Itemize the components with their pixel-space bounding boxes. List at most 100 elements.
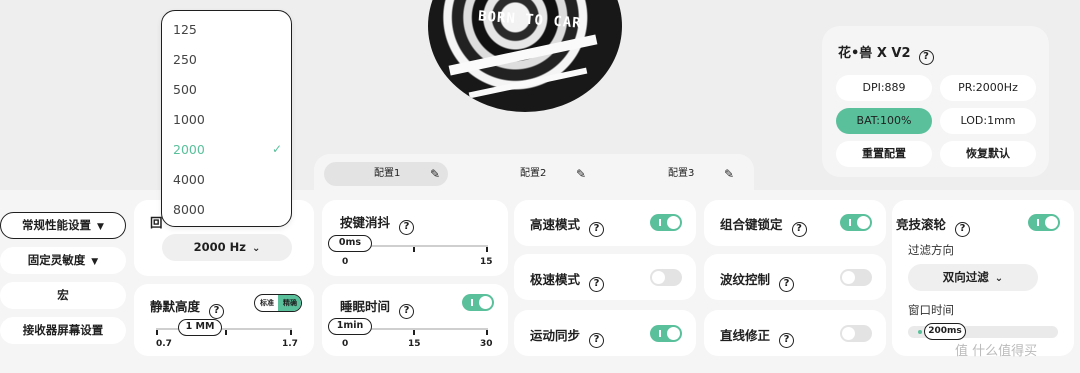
chevron-down-icon: ⌄ — [994, 273, 1004, 284]
straight-line-card: 直线修正? — [704, 310, 886, 356]
combo-lock-toggle[interactable] — [840, 214, 872, 231]
sleep-thumb[interactable]: 1min — [328, 318, 372, 335]
restore-default-button[interactable]: 恢复默认 — [940, 141, 1036, 167]
silent-height-min: 0.7 — [156, 339, 172, 349]
debounce-thumb[interactable]: 0ms — [328, 235, 372, 252]
slider-tick — [156, 330, 158, 335]
sleep-time-card: 睡眠时间? 1min 0 15 30 — [322, 284, 508, 356]
ripple-control-card: 波纹控制? — [704, 254, 886, 300]
silent-height-label: 静默高度 — [150, 299, 201, 314]
help-icon[interactable]: ? — [589, 333, 605, 348]
polling-rate-dropdown: 125 250 500 1000 2000 ✓ 4000 8000 — [161, 10, 292, 227]
reset-config-button[interactable]: 重置配置 — [836, 141, 932, 167]
polling-rate-select[interactable]: 2000 Hz ⌄ — [162, 234, 292, 261]
tab-config-2[interactable]: 配置2 ✎ — [470, 162, 594, 186]
polling-option[interactable]: 4000 — [173, 172, 205, 187]
sidebar-item-receiver-screen[interactable]: 接收器屏幕设置 — [0, 317, 126, 344]
device-name: 花•兽 X V2? — [838, 42, 934, 65]
polling-option-selected[interactable]: 2000 — [173, 142, 205, 157]
silent-height-track[interactable] — [156, 328, 292, 330]
sleep-time-title: 睡眠时间? — [340, 296, 415, 319]
mode-standard[interactable]: 标准 — [255, 295, 279, 311]
checkmark-icon: ✓ — [272, 142, 283, 156]
polling-option[interactable]: 250 — [173, 52, 197, 67]
sleep-time-label: 睡眠时间 — [340, 299, 391, 314]
debounce-label: 按键消抖 — [340, 215, 391, 230]
help-icon[interactable]: ? — [589, 222, 605, 237]
polling-option[interactable]: 500 — [173, 82, 197, 97]
help-icon[interactable]: ? — [779, 333, 795, 348]
help-icon[interactable]: ? — [399, 220, 415, 235]
device-info-card: 花•兽 X V2? DPI:889 PR:2000Hz BAT:100% LOD… — [822, 26, 1049, 177]
sleep-tick-30: 30 — [480, 339, 493, 349]
help-icon[interactable]: ? — [779, 277, 795, 292]
competitive-wheel-toggle[interactable] — [1028, 214, 1060, 231]
sidebar-item-label: 固定灵敏度 — [27, 253, 86, 267]
extreme-speed-label: 极速模式 — [530, 272, 581, 287]
motion-sync-toggle[interactable] — [650, 325, 682, 342]
window-time-thumb[interactable]: 200ms — [924, 323, 966, 340]
edit-pencil-icon[interactable]: ✎ — [430, 162, 440, 186]
slider-tick — [225, 330, 227, 335]
polling-option[interactable]: 8000 — [173, 202, 205, 217]
polling-option[interactable]: 125 — [173, 22, 197, 37]
ripple-control-toggle[interactable] — [840, 269, 872, 286]
silent-height-card: 静默高度? 标准 精确 1 MM 0.7 1.7 — [134, 284, 314, 356]
help-icon[interactable]: ? — [791, 222, 807, 237]
motion-sync-card: 运动同步? — [514, 310, 696, 356]
high-speed-label: 高速模式 — [530, 217, 581, 232]
silent-height-thumb[interactable]: 1 MM — [178, 319, 222, 336]
chevron-down-icon: ▼ — [97, 222, 104, 232]
polling-rate-value: 2000 Hz — [193, 240, 246, 254]
high-speed-title: 高速模式? — [530, 214, 605, 237]
silent-height-title: 静默高度? — [150, 296, 225, 319]
config-tabs: 配置1 ✎ 配置2 ✎ 配置3 ✎ — [314, 154, 754, 192]
slider-tick — [413, 330, 415, 335]
filter-direction-label: 过滤方向 — [908, 243, 954, 257]
sidebar-item-label: 宏 — [57, 288, 69, 302]
help-icon[interactable]: ? — [955, 222, 971, 237]
ripple-control-label: 波纹控制 — [720, 272, 771, 287]
straight-line-toggle[interactable] — [840, 325, 872, 342]
competitive-wheel-label: 竞技滚轮 — [896, 217, 947, 232]
silent-height-mode-toggle[interactable]: 标准 精确 — [254, 294, 302, 312]
slider-tick — [413, 247, 415, 252]
filter-direction-value: 双向过滤 — [942, 270, 989, 284]
tab-label: 配置3 — [668, 168, 695, 179]
tab-label: 配置1 — [374, 168, 401, 179]
debounce-max: 15 — [480, 257, 493, 267]
sleep-toggle[interactable] — [462, 294, 494, 311]
tab-config-3[interactable]: 配置3 ✎ — [618, 162, 742, 186]
help-icon[interactable]: ? — [399, 304, 415, 319]
edit-pencil-icon[interactable]: ✎ — [576, 162, 586, 186]
sidebar-item-macro[interactable]: 宏 — [0, 282, 126, 309]
motion-sync-title: 运动同步? — [530, 325, 605, 348]
help-icon[interactable]: ? — [589, 277, 605, 292]
combo-lock-title: 组合键锁定? — [720, 214, 807, 237]
high-speed-toggle[interactable] — [650, 214, 682, 231]
debounce-card: 按键消抖? 0ms 0 15 — [322, 200, 508, 276]
extreme-speed-title: 极速模式? — [530, 269, 605, 292]
sidebar-item-performance[interactable]: 常规性能设置 ▼ — [0, 212, 126, 239]
straight-line-label: 直线修正 — [720, 328, 771, 343]
straight-line-title: 直线修正? — [720, 325, 795, 348]
sidebar-item-label: 常规性能设置 — [22, 218, 92, 232]
extreme-speed-toggle[interactable] — [650, 269, 682, 286]
chevron-down-icon: ⌄ — [251, 243, 261, 254]
combo-lock-label: 组合键锁定 — [720, 217, 783, 232]
mode-precise[interactable]: 精确 — [278, 295, 301, 311]
edit-pencil-icon[interactable]: ✎ — [724, 162, 734, 186]
polling-option[interactable]: 1000 — [173, 112, 205, 127]
help-icon[interactable]: ? — [209, 304, 225, 319]
battery-badge: BAT:100% — [836, 108, 932, 134]
device-name-label: 花•兽 X V2 — [838, 46, 911, 61]
high-speed-card: 高速模式? — [514, 200, 696, 246]
silent-height-max: 1.7 — [282, 339, 298, 349]
filter-direction-select[interactable]: 双向过滤 ⌄ — [908, 264, 1038, 291]
mouse-image-text: BORN TO CAR — [477, 8, 583, 32]
sleep-tick-0: 0 — [342, 339, 349, 349]
tab-config-1[interactable]: 配置1 ✎ — [324, 162, 448, 186]
help-icon[interactable]: ? — [918, 50, 934, 65]
sidebar-item-sensitivity[interactable]: 固定灵敏度 ▼ — [0, 247, 126, 274]
extreme-speed-card: 极速模式? — [514, 254, 696, 300]
